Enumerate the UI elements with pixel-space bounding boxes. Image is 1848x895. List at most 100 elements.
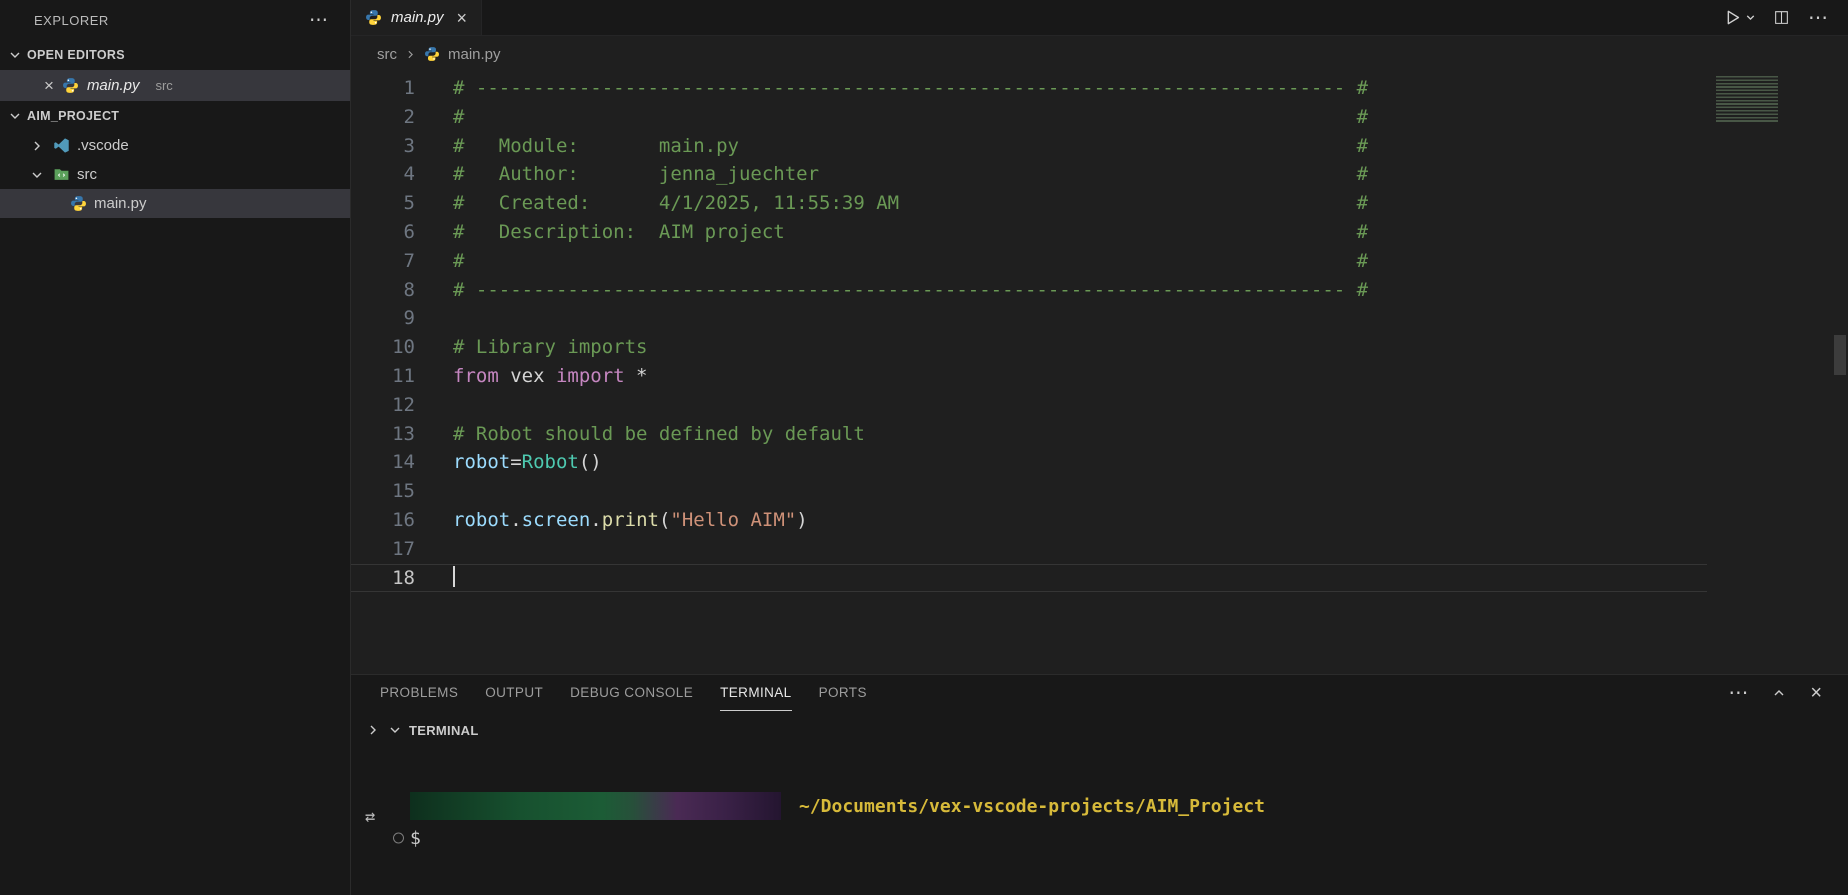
breadcrumb-folder[interactable]: src [377,46,397,63]
line-number[interactable]: 7 [351,247,415,276]
python-file-icon [62,77,79,94]
close-editor-icon[interactable]: × [44,77,54,94]
chevron-down-icon [6,108,24,124]
line-content: # Library imports [415,333,647,362]
line-content: # Author: jenna_juechter # [415,160,1368,189]
explorer-more-actions-button[interactable]: ⋯ [303,9,334,32]
line-number[interactable]: 10 [351,333,415,362]
line-content: # --------------------------------------… [415,276,1368,305]
line-number[interactable]: 11 [351,362,415,391]
code-line[interactable]: 18 [351,564,1707,593]
code-token: from [453,365,499,387]
code-token: print [602,509,659,531]
line-content: # Robot should be defined by default [415,420,865,449]
tree-item-vscode-folder[interactable]: .vscode [0,131,350,160]
line-number[interactable]: 1 [351,74,415,103]
line-number[interactable]: 6 [351,218,415,247]
line-number[interactable]: 2 [351,103,415,132]
code-line[interactable]: 3 # Module: main.py # [351,132,1707,161]
chevron-down-icon [1744,11,1757,24]
code-token: # --------------------------------------… [453,279,1368,301]
command-decoration-icon[interactable] [393,833,404,844]
terminal-prompt: $ [410,828,421,849]
split-editor-button[interactable] [1773,9,1790,26]
line-number[interactable]: 17 [351,535,415,564]
terminal-section-header[interactable]: TERMINAL [351,711,1848,749]
code-editor[interactable]: 1 # -------------------------------------… [351,73,1848,674]
code-token: # Created: 4/1/2025, 11:55:39 AM # [453,192,1368,214]
tree-item-src-folder[interactable]: src [0,160,350,189]
code-line[interactable]: 4# Author: jenna_juechter # [351,160,1707,189]
minimap[interactable] [1716,76,1800,122]
panel-maximize-button[interactable] [1771,685,1787,701]
tab-main-py[interactable]: main.py × [351,0,482,35]
line-number[interactable]: 4 [351,160,415,189]
code-line[interactable]: 8 # -------------------------------------… [351,276,1707,305]
panel-tab-ports[interactable]: PORTS [819,675,867,711]
code-token: . [590,509,601,531]
tree-item-main-py[interactable]: main.py [0,189,350,218]
breadcrumb-file[interactable]: main.py [448,46,501,63]
editor-group: main.py × ⋯ src [351,0,1848,674]
code-line[interactable]: 2# # [351,103,1707,132]
python-file-icon [424,46,441,63]
python-file-icon [365,9,382,26]
code-token: Robot [522,451,579,473]
line-content: robot=Robot() [415,448,602,477]
open-editor-detail: src [155,78,172,93]
panel-tab-terminal[interactable]: TERMINAL [720,675,791,711]
play-icon [1723,8,1742,27]
python-file-icon [70,195,87,212]
line-number[interactable]: 16 [351,506,415,535]
code-line[interactable]: 5 # Created: 4/1/2025, 11:55:39 AM # [351,189,1707,218]
code-line[interactable]: 11from vex import * [351,362,1707,391]
panel-tab-problems[interactable]: PROBLEMS [380,675,458,711]
line-content: # Created: 4/1/2025, 11:55:39 AM # [415,189,1368,218]
line-number[interactable]: 5 [351,189,415,218]
code-line[interactable]: 10# Library imports [351,333,1707,362]
editor-more-actions-button[interactable]: ⋯ [1806,6,1830,30]
chevron-right-icon [404,48,417,61]
editor-scrollbar[interactable] [1834,335,1846,375]
run-button[interactable] [1723,8,1757,27]
code-line[interactable]: 15 [351,477,1707,506]
code-line[interactable]: 14robot=Robot() [351,448,1707,477]
line-number[interactable]: 15 [351,477,415,506]
open-editors-label: OPEN EDITORS [27,48,125,62]
code-line[interactable]: 13# Robot should be defined by default [351,420,1707,449]
terminal[interactable]: ⇄ ~/Documents/vex-vscode-projects/AIM_Pr… [351,791,1848,895]
panel-close-button[interactable]: × [1804,681,1828,705]
code-line[interactable]: 1# -------------------------------------… [351,74,1707,103]
breadcrumb: src main.py [351,36,1848,73]
open-editors-section-header[interactable]: OPEN EDITORS [0,40,350,70]
code-token: ( [659,509,670,531]
code-line[interactable]: 16robot.screen.print("Hello AIM") [351,506,1707,535]
project-root-label: AIM_PROJECT [27,109,119,123]
line-number[interactable]: 12 [351,391,415,420]
chevron-right-icon [365,722,381,738]
terminal-input-line[interactable]: $ [351,823,1848,853]
chevron-right-icon [28,138,46,154]
line-number[interactable]: 8 [351,276,415,305]
panel-tab-output[interactable]: OUTPUT [485,675,543,711]
code-line[interactable]: 7# # [351,247,1707,276]
code-token: # Module: main.py # [453,135,1368,157]
panel-more-actions-button[interactable]: ⋯ [1722,681,1754,705]
code-line[interactable]: 12 [351,391,1707,420]
code-line[interactable]: 17 [351,535,1707,564]
project-section-header[interactable]: AIM_PROJECT [0,101,350,131]
explorer-sidebar: EXPLORER ⋯ OPEN EDITORS × main.py src [0,0,351,895]
line-number[interactable]: 13 [351,420,415,449]
tab-close-icon[interactable]: × [457,9,468,27]
code-token: # Description: AIM project # [453,221,1368,243]
code-token: * [625,365,648,387]
line-number[interactable]: 18 [351,564,415,593]
line-number[interactable]: 9 [351,304,415,333]
code-line[interactable]: 9 [351,304,1707,333]
line-number[interactable]: 14 [351,448,415,477]
code-line[interactable]: 6 # Description: AIM project # [351,218,1707,247]
chevron-down-icon [387,722,403,738]
open-editor-item[interactable]: × main.py src [0,70,350,101]
panel-tab-debug-console[interactable]: DEBUG CONSOLE [570,675,693,711]
line-number[interactable]: 3 [351,132,415,161]
